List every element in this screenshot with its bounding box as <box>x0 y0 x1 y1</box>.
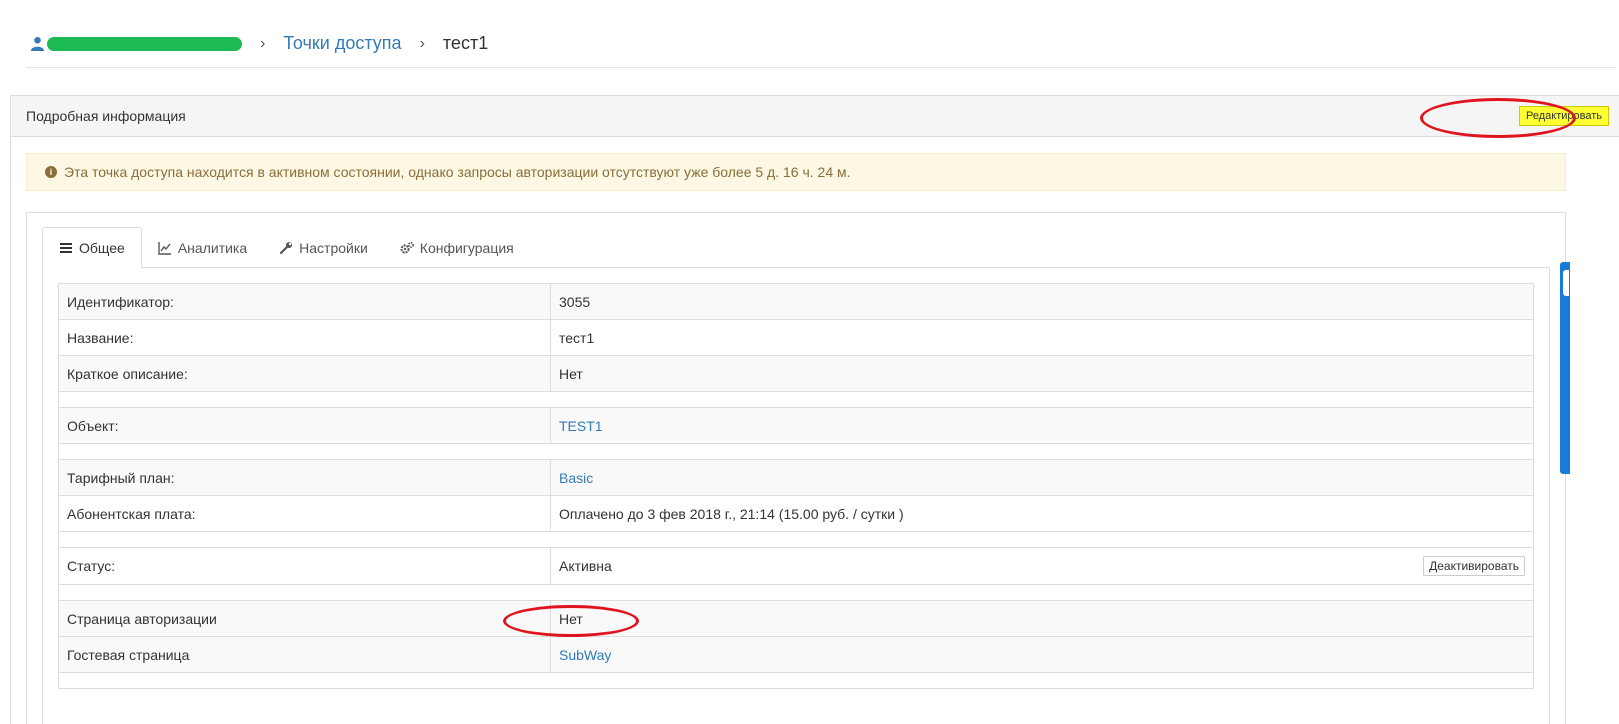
breadcrumb-separator: › <box>260 34 266 52</box>
row-value: 3055 <box>550 283 1534 320</box>
row-value: TEST1 <box>550 407 1534 444</box>
breadcrumb-separator: › <box>419 34 425 52</box>
status-value: Активна <box>559 558 612 574</box>
tab-configuration[interactable]: Конфигурация <box>384 227 530 268</box>
row-label: Статус: <box>58 547 551 585</box>
table-row: Статус: Активна Деактивировать <box>58 547 1534 585</box>
details-table: Идентификатор: 3055 Название: тест1 Крат… <box>58 283 1534 689</box>
table-spacer <box>58 391 1534 408</box>
tab-label: Конфигурация <box>419 239 514 256</box>
table-spacer <box>58 584 1534 601</box>
row-label: Краткое описание: <box>58 355 551 392</box>
tab-label: Аналитика <box>177 239 248 256</box>
panel-heading: Подробная информация Редактировать <box>11 96 1619 137</box>
cogs-icon <box>400 241 414 253</box>
object-link[interactable]: TEST1 <box>559 418 603 434</box>
tab-settings[interactable]: Настройки <box>263 227 384 268</box>
row-label: Идентификатор: <box>58 283 551 320</box>
inactivity-alert: i Эта точка доступа находится в активном… <box>26 153 1566 191</box>
side-widget-tab <box>1563 270 1569 296</box>
row-value: Нет <box>550 355 1534 392</box>
tab-label: Общее <box>79 240 125 256</box>
row-label: Страница авторизации <box>58 600 551 637</box>
redacted-username <box>47 36 242 51</box>
row-label: Абонентская плата: <box>58 495 551 532</box>
table-row: Название: тест1 <box>58 319 1534 356</box>
row-value: SubWay <box>550 636 1534 673</box>
row-label: Гостевая страница <box>58 636 551 673</box>
alert-text: Эта точка доступа находится в активном с… <box>64 164 851 180</box>
panel-title: Подробная информация <box>26 108 186 124</box>
breadcrumb-access-points-link[interactable]: Точки доступа <box>283 33 401 54</box>
row-value: Нет <box>550 600 1534 637</box>
row-value: Basic <box>550 459 1534 496</box>
deactivate-button[interactable]: Деактивировать <box>1423 556 1525 576</box>
breadcrumb-current: тест1 <box>442 33 489 53</box>
plan-link[interactable]: Basic <box>559 470 593 486</box>
table-row: Идентификатор: 3055 <box>58 283 1534 320</box>
edit-button[interactable]: Редактировать <box>1519 106 1609 126</box>
row-label: Тарифный план: <box>58 459 551 496</box>
details-panel: Подробная информация Редактировать i Эта… <box>10 95 1619 724</box>
status-cell: Активна Деактивировать <box>559 548 1525 584</box>
user-icon <box>30 36 45 51</box>
row-label: Объект: <box>58 407 551 444</box>
table-row: Краткое описание: Нет <box>58 355 1534 392</box>
table-row: Абонентская плата: Оплачено до 3 фев 201… <box>58 495 1534 532</box>
row-value: Оплачено до 3 фев 2018 г., 21:14 (15.00 … <box>550 495 1534 532</box>
table-row: Страница авторизации Нет <box>58 600 1534 637</box>
row-label: Название: <box>58 319 551 356</box>
wrench-icon <box>280 241 293 254</box>
tab-general[interactable]: Общее <box>42 227 142 269</box>
tabs-container: Общее Аналитика Настройки Конфигурация И… <box>26 212 1566 724</box>
table-row: Тарифный план: Basic <box>58 459 1534 496</box>
info-icon: i <box>45 166 57 178</box>
tab-content-general: Идентификатор: 3055 Название: тест1 Крат… <box>42 268 1550 724</box>
table-row: Гостевая страница SubWay <box>58 636 1534 673</box>
row-value: тест1 <box>550 319 1534 356</box>
row-value: Активна Деактивировать <box>550 547 1534 585</box>
breadcrumb-user[interactable] <box>26 36 242 51</box>
table-spacer <box>58 672 1534 689</box>
bars-icon <box>60 243 72 253</box>
line-chart-icon <box>158 241 171 255</box>
table-spacer <box>58 443 1534 460</box>
guest-page-link[interactable]: SubWay <box>559 647 611 663</box>
tab-label: Настройки <box>299 239 368 256</box>
tab-bar: Общее Аналитика Настройки Конфигурация <box>42 227 1550 269</box>
table-row: Объект: TEST1 <box>58 407 1534 444</box>
tab-analytics[interactable]: Аналитика <box>142 227 263 268</box>
table-spacer <box>58 531 1534 548</box>
breadcrumb: › Точки доступа › тест1 <box>26 24 1616 68</box>
